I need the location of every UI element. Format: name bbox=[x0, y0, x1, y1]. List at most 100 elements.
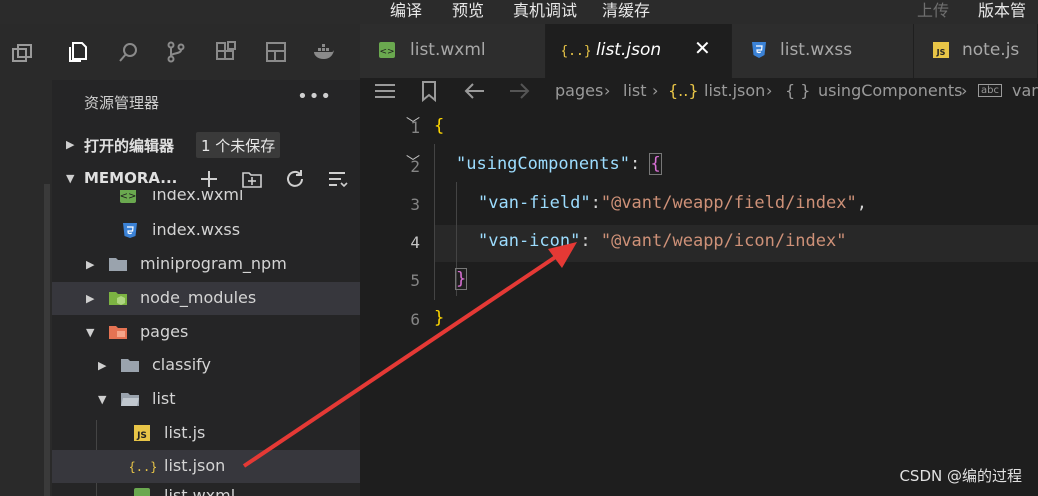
indent-guide bbox=[434, 144, 435, 300]
brace: { bbox=[434, 116, 445, 136]
clear-cache-menu[interactable]: 清缓存 bbox=[602, 0, 650, 21]
json-icon: {..} bbox=[130, 460, 156, 474]
comma: , bbox=[856, 193, 867, 213]
source-control-icon[interactable] bbox=[164, 40, 188, 64]
tree-row[interactable]: {..} list.json bbox=[52, 450, 360, 483]
css-icon bbox=[752, 42, 766, 58]
folder-name: list bbox=[152, 389, 176, 408]
wxml-icon: <> bbox=[120, 190, 137, 203]
code-line-5: } bbox=[454, 268, 468, 290]
folder-name: classify bbox=[152, 355, 211, 374]
crumb-list[interactable]: list bbox=[623, 81, 647, 100]
tab-note-js[interactable]: JS note.js bbox=[914, 24, 1038, 78]
file-name: list.js bbox=[164, 423, 206, 442]
tree-row[interactable]: ▶ miniprogram_npm bbox=[52, 248, 360, 281]
svg-text:<>: <> bbox=[379, 47, 394, 57]
js-icon: JS bbox=[134, 425, 150, 441]
code-editor[interactable]: 1 2 3 4 5 6 ﹀ ﹀ { "usingComponents": { "… bbox=[360, 106, 1038, 496]
string-icon: abc bbox=[978, 84, 1002, 97]
svg-text:JS: JS bbox=[136, 431, 147, 441]
extensions-icon[interactable] bbox=[214, 40, 238, 64]
tree-row[interactable]: ▼ list bbox=[52, 383, 360, 416]
tree-row[interactable]: ▼ pages bbox=[52, 316, 360, 349]
refresh-icon[interactable] bbox=[284, 168, 306, 190]
tree-row[interactable]: index.wxss bbox=[52, 214, 360, 247]
folder-name: miniprogram_npm bbox=[140, 254, 287, 273]
tree-row[interactable]: JS list.js bbox=[52, 417, 360, 450]
json-value: "@vant/weapp/icon/index" bbox=[600, 231, 847, 251]
crumb-using-components[interactable]: usingComponents bbox=[818, 81, 962, 100]
tab-label: list.wxml bbox=[410, 40, 486, 60]
chevron-down-icon: ▼ bbox=[98, 393, 107, 406]
tree-row[interactable]: <> index.wxml bbox=[52, 190, 360, 212]
tab-label: note.js bbox=[962, 40, 1020, 60]
editor-tabs: <> list.wxml {..} list.json ✕ list.wxss … bbox=[360, 24, 1038, 78]
chevron-right-icon: › bbox=[652, 81, 659, 100]
folder-open-icon bbox=[121, 393, 139, 406]
crumb-pages[interactable]: pages bbox=[555, 81, 603, 100]
svg-text:{..}: {..} bbox=[562, 44, 590, 59]
close-icon[interactable]: ✕ bbox=[694, 36, 711, 60]
project-label: MEMORA... bbox=[84, 169, 178, 187]
json-icon: {..} bbox=[562, 44, 590, 59]
chevron-right-icon: ▶ bbox=[98, 359, 107, 372]
new-file-icon[interactable] bbox=[198, 168, 220, 190]
list-icon[interactable] bbox=[374, 82, 396, 100]
tab-list-wxml[interactable]: <> list.wxml bbox=[360, 24, 546, 78]
back-icon[interactable] bbox=[464, 82, 486, 100]
open-editors-label: 打开的编辑器 bbox=[84, 137, 175, 155]
activity-bar bbox=[0, 24, 52, 496]
code-line-3: "van-field":"@vant/weapp/field/index", bbox=[478, 193, 867, 213]
open-editors-section[interactable]: ▶ 打开的编辑器 1 个未保存 bbox=[52, 130, 360, 160]
svg-text:JS: JS bbox=[936, 48, 946, 57]
explorer-files-icon[interactable] bbox=[66, 40, 90, 64]
tree-row[interactable]: ▶ node_modules bbox=[52, 282, 360, 315]
fold-chevron-icon[interactable]: ﹀ bbox=[406, 114, 420, 134]
file-name: list.wxml bbox=[164, 486, 236, 496]
code-line-6: } bbox=[434, 308, 444, 328]
colon: : bbox=[590, 193, 601, 213]
search-icon[interactable] bbox=[116, 40, 140, 64]
tree-row[interactable]: list.wxml bbox=[52, 484, 360, 496]
preview-menu[interactable]: 预览 bbox=[452, 0, 484, 21]
chevron-down-icon: ▼ bbox=[86, 326, 95, 339]
crumb-van[interactable]: van bbox=[1012, 81, 1038, 100]
chevron-right-icon: › bbox=[766, 81, 773, 100]
window-icon[interactable] bbox=[10, 42, 34, 66]
wxml-icon bbox=[134, 488, 150, 496]
line-number: 3 bbox=[410, 195, 420, 214]
wxml-icon: <> bbox=[379, 42, 395, 58]
tab-list-wxss[interactable]: list.wxss bbox=[732, 24, 914, 78]
chevron-right-icon: ▶ bbox=[86, 292, 95, 305]
unsaved-badge: 1 个未保存 bbox=[196, 132, 281, 158]
new-folder-icon[interactable] bbox=[241, 168, 263, 190]
view-switcher bbox=[52, 24, 360, 80]
explorer-scrollbar[interactable] bbox=[44, 184, 50, 496]
tree-row[interactable]: ▶ classify bbox=[52, 349, 360, 382]
crumb-file[interactable]: list.json bbox=[704, 81, 765, 100]
bookmark-icon[interactable] bbox=[420, 80, 438, 102]
file-name: list.json bbox=[164, 456, 226, 475]
version-menu[interactable]: 版本管 bbox=[978, 0, 1026, 21]
code-line-4: "van-icon": "@vant/weapp/icon/index" bbox=[478, 231, 846, 251]
svg-text:<>: <> bbox=[120, 191, 137, 202]
tab-label: list.json bbox=[596, 40, 662, 60]
line-number: 6 bbox=[410, 310, 420, 329]
brace: } bbox=[454, 268, 468, 290]
compile-menu[interactable]: 编译 bbox=[390, 0, 422, 21]
collapse-all-icon[interactable] bbox=[326, 168, 348, 190]
chevron-right-icon: › bbox=[604, 81, 611, 100]
code-line-1: { bbox=[434, 116, 444, 136]
fold-chevron-icon[interactable]: ﹀ bbox=[406, 152, 420, 172]
upload-menu[interactable]: 上传 bbox=[917, 0, 949, 21]
node-folder-icon bbox=[109, 292, 127, 305]
more-actions-icon[interactable]: ••• bbox=[297, 86, 332, 107]
line-number: 5 bbox=[410, 271, 420, 290]
docker-icon[interactable] bbox=[312, 40, 336, 64]
tab-list-json[interactable]: {..} list.json ✕ bbox=[546, 24, 732, 78]
forward-icon[interactable] bbox=[508, 82, 530, 100]
json-icon: {..} bbox=[668, 81, 699, 100]
device-debug-menu[interactable]: 真机调试 bbox=[513, 0, 577, 21]
layout-icon[interactable] bbox=[264, 40, 288, 64]
explorer-panel: 资源管理器 ••• ▶ 打开的编辑器 1 个未保存 ▼ MEMORA... <>… bbox=[52, 80, 360, 496]
